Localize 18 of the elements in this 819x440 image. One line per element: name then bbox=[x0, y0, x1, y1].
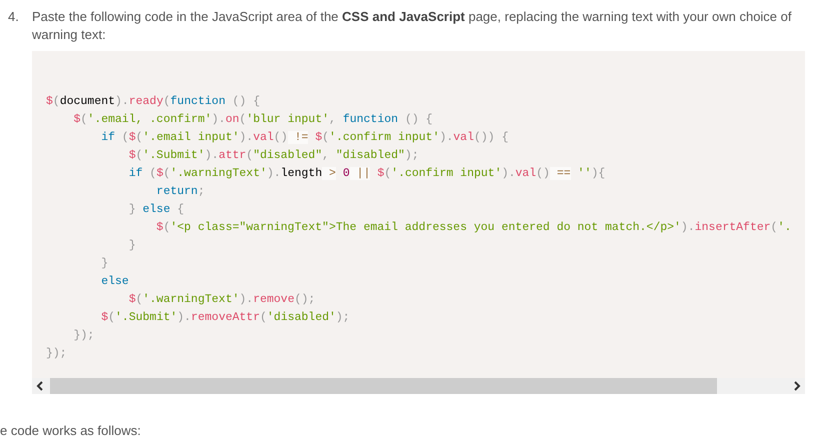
code-line: if ($('.warningText').length > 0 || $('.confirm input').val() == ''){ bbox=[128, 166, 606, 182]
code-line: } bbox=[100, 256, 110, 272]
code-line: }); bbox=[46, 346, 68, 362]
body-text: e code works as follows: bbox=[0, 422, 142, 440]
code-line: if ($('.email input').val() != $('.confirm input').val()) { bbox=[100, 130, 510, 146]
code-line: } else { bbox=[128, 202, 186, 218]
code-line: else bbox=[100, 274, 130, 290]
code-line: $('.email, .confirm').on('blur input', function () { bbox=[72, 112, 434, 128]
list-number: 4. bbox=[8, 8, 20, 26]
code-line: $('.warningText').remove(); bbox=[128, 292, 316, 308]
code-line: $('.Submit').attr("disabled", "disabled"); bbox=[128, 148, 420, 164]
code-line: $('<p class="warningText">The email addresses you entered do not match.</p>').insertAfter('. bbox=[155, 220, 792, 236]
code-line: }); bbox=[72, 328, 96, 344]
instruction-text: Paste the following code in the JavaScript area of the CSS and JavaScript page, replacing the warning text with your own choice of warning text: bbox=[32, 8, 792, 44]
code-line: $('.Submit').removeAttr('disabled'); bbox=[100, 310, 351, 326]
code-line: $(document).ready(function () { bbox=[46, 94, 261, 110]
code-line: return; bbox=[155, 184, 206, 200]
code-line: } bbox=[128, 238, 137, 254]
